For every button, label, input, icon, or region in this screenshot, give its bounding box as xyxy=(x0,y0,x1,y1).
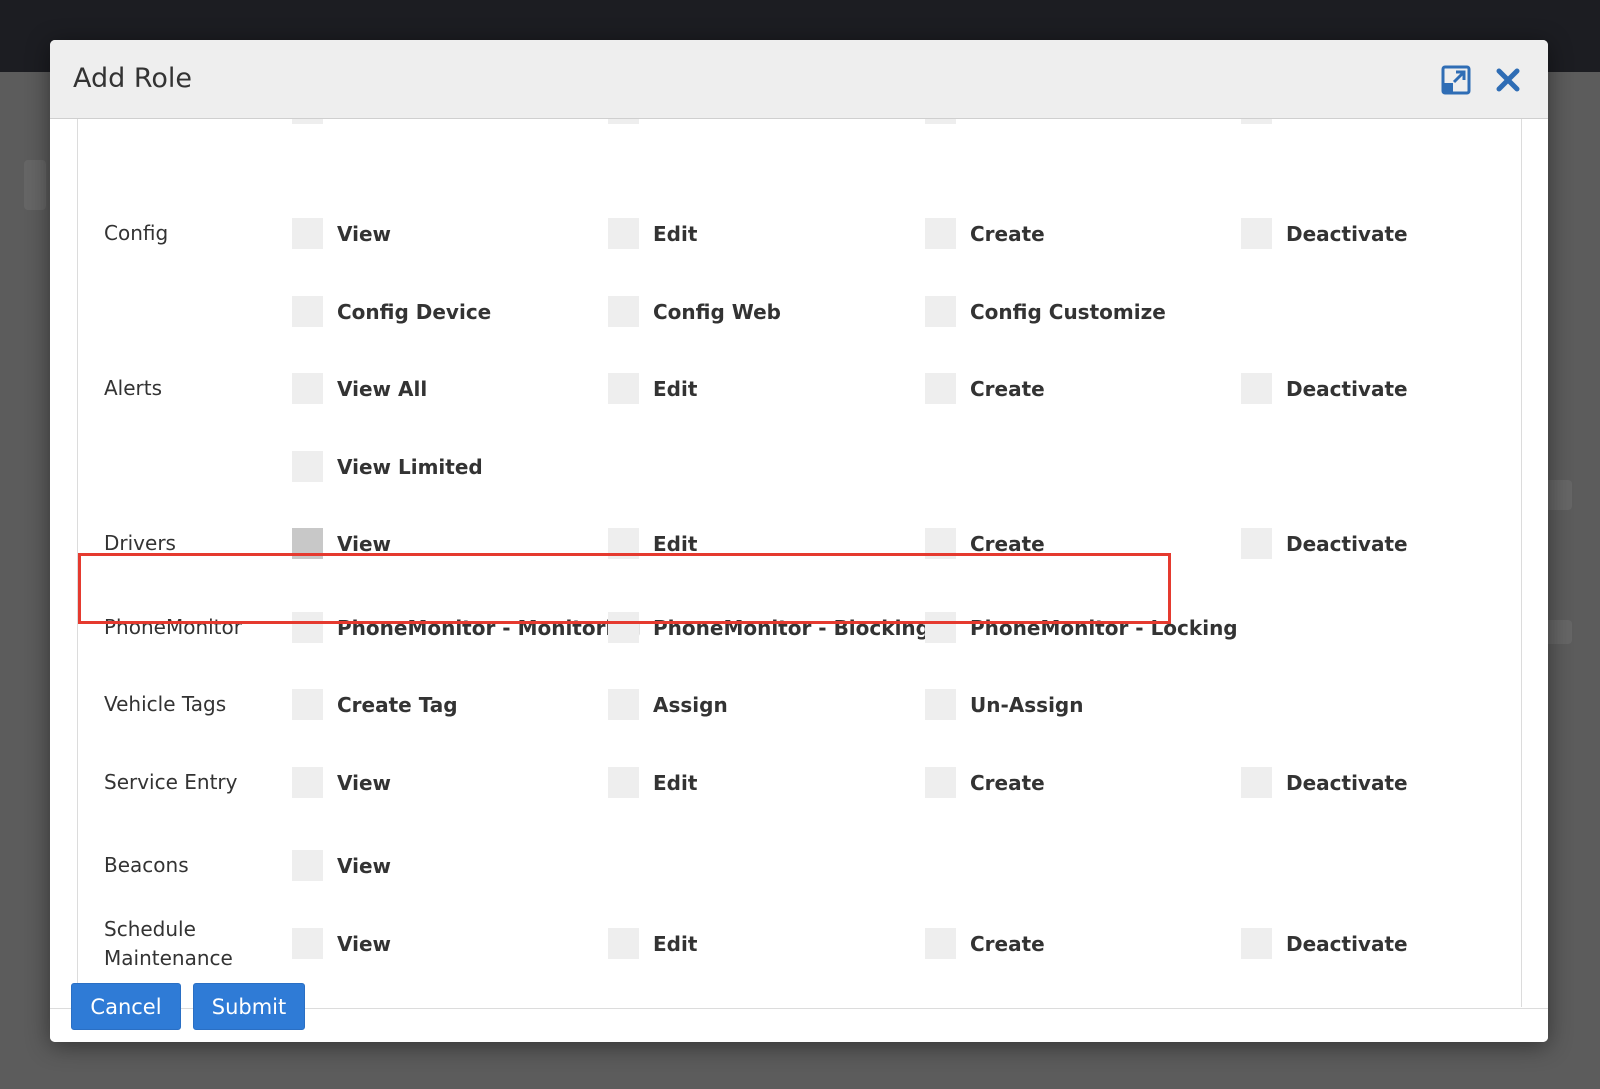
expand-icon xyxy=(1441,65,1471,95)
permission-view[interactable]: View xyxy=(292,767,391,798)
permission-checkbox[interactable] xyxy=(292,296,323,327)
permission-checkbox[interactable] xyxy=(292,612,323,643)
permission-checkbox[interactable] xyxy=(292,689,323,720)
permission-edit[interactable]: Edit xyxy=(608,767,697,798)
permission-checkbox[interactable] xyxy=(292,928,323,959)
permission-checkbox[interactable] xyxy=(608,218,639,249)
permission-edit[interactable]: Edit xyxy=(608,373,697,404)
permission-checkbox[interactable] xyxy=(292,850,323,881)
permission-view-limited[interactable]: View Limited xyxy=(292,451,483,482)
permission-checkbox[interactable] xyxy=(1241,928,1272,959)
category-label: Service Entry xyxy=(104,770,238,794)
close-icon xyxy=(1496,68,1520,92)
category-label: Vehicle Tags xyxy=(104,692,227,716)
permission-view[interactable]: View xyxy=(292,218,391,249)
permission-view-all[interactable]: View All xyxy=(292,373,427,404)
permission-create[interactable]: Create xyxy=(925,767,1045,798)
submit-button[interactable]: Submit xyxy=(193,983,305,1030)
permission-view[interactable]: View xyxy=(292,928,391,959)
category-label: Beacons xyxy=(104,853,189,877)
add-role-modal: Add Role Config View Edit Create Deactiv… xyxy=(50,40,1548,1042)
expand-button[interactable] xyxy=(1440,64,1472,96)
permission-checkbox[interactable] xyxy=(608,528,639,559)
permission-view[interactable]: View xyxy=(292,850,391,881)
permission-checkbox[interactable] xyxy=(608,928,639,959)
permission-phonemonitor-blocking[interactable]: PhoneMonitor - Blocking xyxy=(608,612,930,643)
permission-view[interactable]: View xyxy=(292,528,391,559)
permission-checkbox[interactable] xyxy=(1241,373,1272,404)
permission-checkbox[interactable] xyxy=(1241,119,1272,124)
cancel-button[interactable]: Cancel xyxy=(71,983,181,1030)
modal-header: Add Role xyxy=(50,40,1548,119)
permission-config-web[interactable]: Config Web xyxy=(608,296,781,327)
permission-edit[interactable]: Edit xyxy=(608,218,697,249)
permission-checkbox[interactable] xyxy=(925,119,956,124)
backdrop-content xyxy=(24,160,46,210)
permission-checkbox[interactable] xyxy=(608,689,639,720)
permission-checkbox[interactable] xyxy=(608,767,639,798)
permission-deactivate[interactable]: Deactivate xyxy=(1241,218,1408,249)
permission-deactivate[interactable]: Deactivate xyxy=(1241,528,1408,559)
permission-create[interactable]: Create xyxy=(925,528,1045,559)
permissions-list[interactable]: Config View Edit Create Deactivate Confi… xyxy=(77,119,1522,1007)
permission-checkbox[interactable] xyxy=(292,451,323,482)
permission-create[interactable]: Create xyxy=(925,373,1045,404)
permission-checkbox[interactable] xyxy=(292,119,323,124)
category-label: Config xyxy=(104,221,169,245)
permission-checkbox[interactable] xyxy=(608,612,639,643)
permission-edit[interactable]: Edit xyxy=(608,928,697,959)
category-label: Alerts xyxy=(104,376,163,400)
permission-checkbox[interactable] xyxy=(292,528,323,559)
permission-create-tag[interactable]: Create Tag xyxy=(292,689,458,720)
permission-checkbox[interactable] xyxy=(292,373,323,404)
permission-checkbox[interactable] xyxy=(1241,528,1272,559)
permission-phonemonitor-locking[interactable]: PhoneMonitor - Locking xyxy=(925,612,1238,643)
permission-checkbox[interactable] xyxy=(925,612,956,643)
permission-checkbox[interactable] xyxy=(608,373,639,404)
permission-edit[interactable]: Edit xyxy=(608,528,697,559)
permission-checkbox[interactable] xyxy=(925,218,956,249)
permission-checkbox[interactable] xyxy=(1241,218,1272,249)
permission-create[interactable]: Create xyxy=(925,218,1045,249)
permission-checkbox[interactable] xyxy=(925,373,956,404)
permission-config-device[interactable]: Config Device xyxy=(292,296,491,327)
permission-checkbox[interactable] xyxy=(925,928,956,959)
permission-config-customize[interactable]: Config Customize xyxy=(925,296,1166,327)
permission-assign[interactable]: Assign xyxy=(608,689,728,720)
permission-checkbox[interactable] xyxy=(292,218,323,249)
category-label: PhoneMonitor xyxy=(104,615,242,639)
modal-title: Add Role xyxy=(73,63,193,94)
permission-checkbox[interactable] xyxy=(925,296,956,327)
permission-create[interactable]: Create xyxy=(925,928,1045,959)
category-label: Schedule Maintenance xyxy=(104,917,233,970)
permission-checkbox[interactable] xyxy=(608,296,639,327)
permission-checkbox[interactable] xyxy=(925,528,956,559)
permission-phonemonitor-monitoring[interactable]: PhoneMonitor - Monitoring xyxy=(292,612,641,643)
permission-checkbox[interactable] xyxy=(1241,767,1272,798)
permission-checkbox[interactable] xyxy=(608,119,639,124)
category-label: Drivers xyxy=(104,531,176,555)
permission-un-assign[interactable]: Un-Assign xyxy=(925,689,1083,720)
close-button[interactable] xyxy=(1492,64,1524,96)
permission-deactivate[interactable]: Deactivate xyxy=(1241,373,1408,404)
permission-checkbox[interactable] xyxy=(925,689,956,720)
permission-checkbox[interactable] xyxy=(292,767,323,798)
permission-checkbox[interactable] xyxy=(925,767,956,798)
permission-deactivate[interactable]: Deactivate xyxy=(1241,928,1408,959)
permission-deactivate[interactable]: Deactivate xyxy=(1241,767,1408,798)
